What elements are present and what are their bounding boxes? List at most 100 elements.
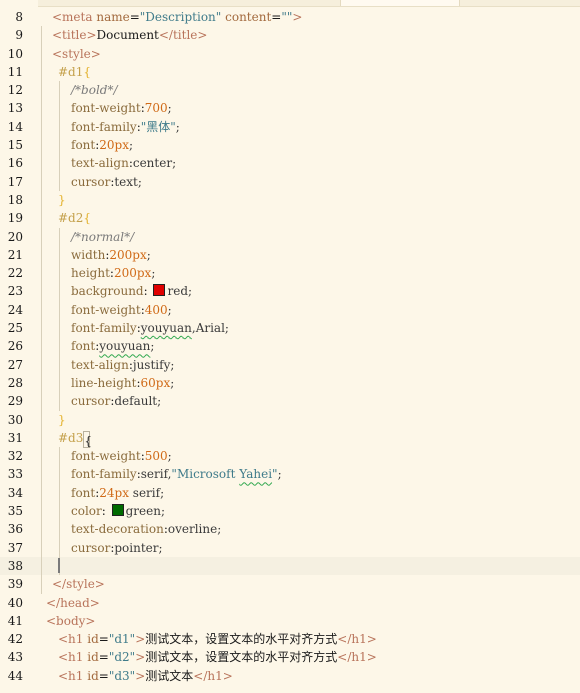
- color-swatch-red[interactable]: [153, 284, 166, 297]
- active-tab-edge[interactable]: [340, 0, 460, 6]
- code-text[interactable]: font:youyuan;: [71, 337, 154, 355]
- code-text[interactable]: #d3{: [58, 429, 92, 448]
- indent-guide: [41, 136, 42, 155]
- tag-name: <h1: [58, 650, 84, 665]
- code-text[interactable]: <meta name="Description" content="">: [52, 8, 302, 26]
- code-line[interactable]: 24 font-weight:400;: [0, 300, 580, 320]
- code-line[interactable]: 25 font-family:youyuan,Arial;: [0, 319, 580, 338]
- code-line[interactable]: 30}: [0, 410, 580, 429]
- code-text[interactable]: #d1{: [58, 63, 91, 81]
- code-text[interactable]: [58, 557, 60, 575]
- line-number: 40: [7, 595, 23, 610]
- code-text[interactable]: <title>Document</title>: [52, 26, 207, 44]
- code-line[interactable]: 15 font:20px;: [0, 136, 580, 155]
- tag-name: <meta: [52, 10, 93, 24]
- code-text[interactable]: font:20px;: [71, 136, 133, 154]
- tag-bracket: >: [89, 595, 100, 610]
- color-swatch-green[interactable]: [111, 504, 124, 517]
- code-text[interactable]: </style>: [52, 575, 105, 593]
- code-line[interactable]: 38: [0, 556, 580, 576]
- code-text[interactable]: <h1 id="d3">测试文本</h1>: [58, 667, 233, 685]
- code-text[interactable]: }: [58, 191, 66, 209]
- code-text[interactable]: }: [58, 411, 66, 429]
- indent-guide: [41, 538, 42, 557]
- code-text[interactable]: <body>: [46, 612, 95, 630]
- code-text[interactable]: <h1 id="d2">测试文本，设置文本的水平对齐方式</h1>: [58, 648, 377, 666]
- code-text[interactable]: <style>: [52, 45, 101, 63]
- code-line[interactable]: 34 font:24px serif;: [0, 483, 580, 503]
- code-line[interactable]: 22 height:200px;: [0, 264, 580, 283]
- code-text[interactable]: cursor:text;: [71, 173, 142, 191]
- code-line[interactable]: 37 cursor:pointer;: [0, 538, 580, 557]
- code-text[interactable]: line-height:60px;: [71, 374, 174, 392]
- code-line[interactable]: 18}: [0, 190, 580, 210]
- code-text[interactable]: cursor:default;: [71, 392, 161, 410]
- code-line[interactable]: 10 <style>: [0, 44, 580, 63]
- tag-bracket: >: [85, 613, 96, 628]
- code-line[interactable]: 33 font-family:serif,"Microsoft Yahei";: [0, 465, 580, 484]
- code-line[interactable]: 21 width:200px;: [0, 245, 580, 265]
- code-line[interactable]: 44 <h1 id="d3">测试文本</h1>: [0, 667, 580, 685]
- code-line[interactable]: 8 <meta name="Description" content="">: [0, 8, 580, 26]
- code-line[interactable]: 39 </style>: [0, 575, 580, 594]
- line-number: 20: [7, 229, 23, 244]
- line-number: 15: [7, 138, 23, 153]
- code-text[interactable]: <h1 id="d1">测试文本，设置文本的水平对齐方式</h1>: [58, 630, 377, 648]
- code-text[interactable]: font-weight:400;: [71, 301, 172, 319]
- text-caret: [58, 557, 60, 573]
- code-text[interactable]: width:200px;: [71, 246, 151, 264]
- equals-sign: =: [98, 632, 109, 647]
- indent-guide: [41, 62, 42, 82]
- code-line[interactable]: 32 font-weight:500;: [0, 447, 580, 466]
- code-text[interactable]: color: green;: [71, 502, 165, 520]
- code-text[interactable]: font-family:serif,"Microsoft Yahei";: [71, 465, 282, 483]
- indent-guide: [59, 355, 60, 374]
- code-text[interactable]: font:24px serif;: [71, 484, 164, 502]
- indent-guide: [41, 282, 42, 301]
- code-text[interactable]: font-family:youyuan,Arial;: [71, 319, 229, 337]
- tag-bracket: >: [86, 28, 97, 43]
- code-line[interactable]: 26 font:youyuan;: [0, 337, 580, 356]
- code-line[interactable]: 16 text-align:center;: [0, 154, 580, 173]
- css-value: overline;: [167, 522, 222, 537]
- code-line[interactable]: 42 <h1 id="d1">测试文本，设置文本的水平对齐方式</h1>: [0, 630, 580, 648]
- code-editor[interactable]: 8 <meta name="Description" content=""> 9 <t…: [0, 0, 580, 693]
- indent-guide: [41, 410, 42, 429]
- code-line[interactable]: 27 text-align:justify;: [0, 355, 580, 374]
- code-line[interactable]: 14 font-family:"黑体";: [0, 117, 580, 137]
- code-text[interactable]: font-weight:700;: [71, 99, 172, 117]
- code-line[interactable]: 13 font-weight:700;: [0, 99, 580, 118]
- code-line[interactable]: 20 /*normal*/: [0, 227, 580, 246]
- indent-guide: [41, 81, 42, 100]
- css-brace: }: [58, 412, 66, 427]
- code-line[interactable]: 40 </head>: [0, 594, 580, 612]
- code-line[interactable]: 43 <h1 id="d2">测试文本，设置文本的水平对齐方式</h1>: [0, 648, 580, 666]
- code-line[interactable]: 12 /*bold*/: [0, 81, 580, 100]
- code-line[interactable]: 9 <title>Document</title>: [0, 26, 580, 45]
- code-line[interactable]: 19 #d2{: [0, 209, 580, 228]
- code-line[interactable]: 41 <body>: [0, 612, 580, 630]
- code-line[interactable]: 28 line-height:60px;: [0, 373, 580, 393]
- code-text[interactable]: #d2{: [58, 209, 91, 227]
- code-text[interactable]: font-weight:500;: [71, 447, 172, 465]
- css-property: cursor: [71, 394, 111, 409]
- code-text[interactable]: height:200px;: [71, 264, 155, 282]
- code-text[interactable]: /*normal*/: [71, 228, 134, 246]
- css-value: ;: [151, 266, 156, 281]
- code-line[interactable]: 35 color: green;: [0, 502, 580, 521]
- code-line[interactable]: 36 text-decoration:overline;: [0, 520, 580, 539]
- code-line[interactable]: 11 #d1{: [0, 62, 580, 82]
- code-line[interactable]: 17 cursor:text;: [0, 172, 580, 191]
- code-lines[interactable]: 8 <meta name="Description" content=""> 9 <t…: [0, 8, 580, 685]
- code-line[interactable]: 31 #d3{: [0, 428, 580, 448]
- code-text[interactable]: </head>: [46, 594, 100, 612]
- code-text[interactable]: cursor:pointer;: [71, 539, 163, 557]
- code-text[interactable]: /*bold*/: [71, 81, 118, 99]
- code-text[interactable]: text-align:center;: [71, 154, 176, 172]
- code-text[interactable]: text-decoration:overline;: [71, 520, 221, 538]
- code-line[interactable]: 23 background: red;: [0, 282, 580, 301]
- code-text[interactable]: background: red;: [71, 282, 192, 300]
- code-text[interactable]: text-align:justify;: [71, 356, 174, 374]
- code-line[interactable]: 29 cursor:default;: [0, 392, 580, 411]
- code-text[interactable]: font-family:"黑体";: [71, 118, 180, 136]
